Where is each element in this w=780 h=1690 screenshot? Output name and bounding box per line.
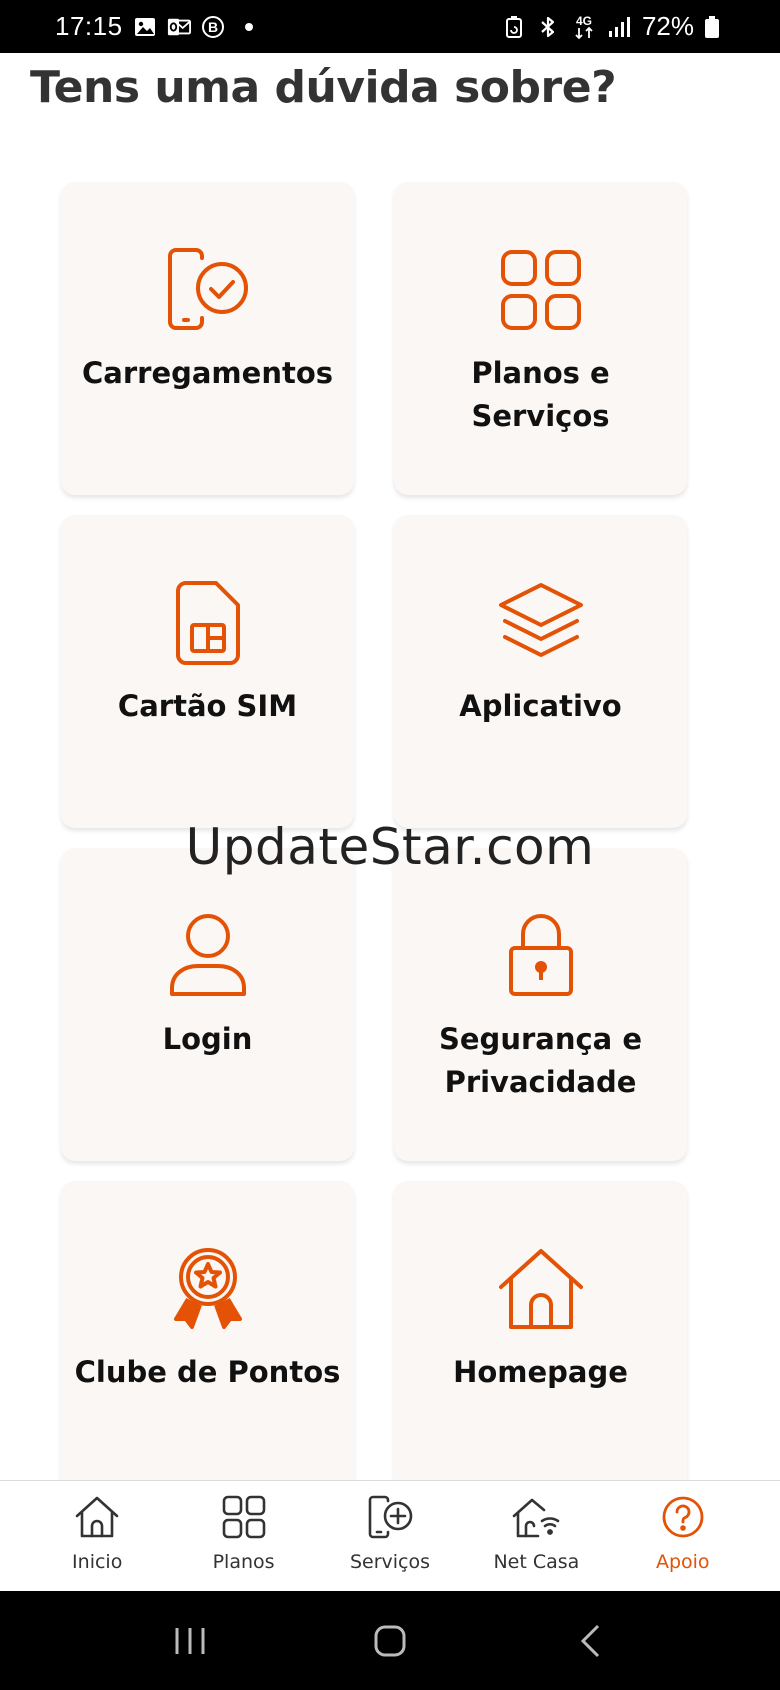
b-badge-icon: B [201,15,225,39]
battery-percent: 72% [641,11,694,41]
topic-label: Login [162,1022,253,1056]
battery-saver-icon [502,15,526,39]
nav-item-apoio[interactable]: Apoio [623,1493,743,1573]
layers-icon [493,579,589,667]
4g-icon: 4G [570,14,598,39]
topic-label: Clube de Pontos [74,1355,341,1389]
topics-grid: Carregamentos Planos e Serviços Cartão S… [61,182,687,1494]
phone-plus-icon [366,1493,414,1541]
topic-label: Planos e Serviços [471,356,610,433]
topic-card-clube-de-pontos[interactable]: Clube de Pontos [61,1181,354,1494]
status-left: 17:15 B [55,11,253,42]
app-screen: 17:15 B 4G 72% Tens uma dúvida sobre? Ca… [0,0,780,1690]
award-icon [160,1245,256,1333]
outlook-icon [167,15,191,39]
nav-item-servicos[interactable]: Serviços [330,1493,450,1573]
topic-card-carregamentos[interactable]: Carregamentos [61,182,354,495]
topic-card-seguranca-privacidade[interactable]: Segurança e Privacidade [394,848,687,1161]
page-title: Tens uma dúvida sobre? [30,62,617,113]
dot-icon [244,22,253,31]
sim-card-icon [160,579,256,667]
nav-item-net-casa[interactable]: Net Casa [476,1493,596,1573]
question-icon [659,1493,707,1541]
home-button[interactable] [360,1611,420,1671]
image-icon [133,15,157,39]
topic-card-aplicativo[interactable]: Aplicativo [394,515,687,828]
recents-icon [175,1627,205,1654]
phone-check-icon [160,246,256,334]
topic-label: Cartão SIM [117,689,298,723]
bottom-nav: Inicio Planos Serviços Net Casa Apoio [0,1480,780,1591]
topic-label: Carregamentos [81,356,334,390]
home-square-icon [374,1625,406,1656]
home-icon [493,1245,589,1333]
bluetooth-icon [536,15,560,39]
status-bar: 17:15 B 4G 72% [0,0,780,53]
nav-label: Inicio [72,1551,123,1573]
nav-label: Apoio [655,1551,710,1573]
nav-item-inicio[interactable]: Inicio [37,1493,157,1573]
nav-label: Net Casa [493,1551,580,1573]
home-icon [73,1493,121,1541]
topic-card-homepage[interactable]: Homepage [394,1181,687,1494]
user-icon [160,912,256,1000]
back-button[interactable] [560,1611,620,1671]
home-wifi-icon [512,1493,560,1541]
lock-icon [493,912,589,1000]
topic-label: Homepage [453,1355,628,1389]
system-nav-bar [0,1591,780,1690]
grid-icon [493,246,589,334]
grid-icon [220,1493,268,1541]
nav-label: Planos [212,1551,275,1573]
nav-item-planos[interactable]: Planos [184,1493,304,1573]
back-chevron-icon [580,1624,600,1657]
battery-icon [704,15,720,39]
status-right: 4G 72% [502,11,720,42]
topic-card-cartao-sim[interactable]: Cartão SIM [61,515,354,828]
topic-card-planos-servicos[interactable]: Planos e Serviços [394,182,687,495]
recent-apps-button[interactable] [160,1611,220,1671]
topic-label: Aplicativo [459,689,622,723]
nav-label: Serviços [349,1551,430,1573]
topic-label: Segurança e Privacidade [439,1022,642,1099]
network-type: 4G [576,14,592,28]
status-time: 17:15 [55,11,123,41]
topic-card-login[interactable]: Login [61,848,354,1161]
signal-icon [608,15,632,39]
svg-text:B: B [208,19,218,35]
